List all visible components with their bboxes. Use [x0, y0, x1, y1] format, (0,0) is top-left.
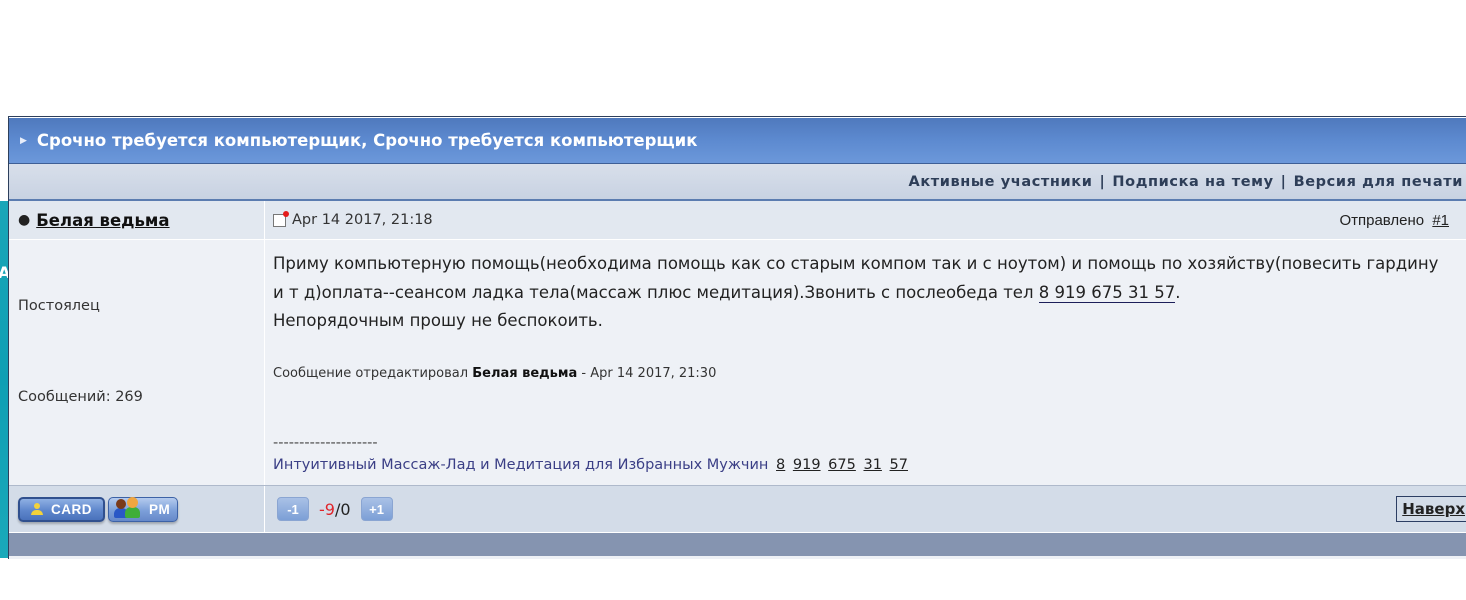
edit-date: - Apr 14 2017, 21:30	[581, 366, 717, 381]
edit-note: Сообщение отредактировал Белая ведьма - …	[273, 366, 716, 381]
signature-text: Интуитивный Массаж-Лад и Медитация для И…	[273, 457, 769, 473]
card-button[interactable]: CARD	[18, 496, 105, 522]
vote-up-button[interactable]: +1	[360, 497, 393, 521]
sent-info: Отправлено #1	[1339, 212, 1449, 229]
signature-phone-link[interactable]: 8	[776, 457, 785, 473]
post-message: Приму компьютерную помощь(необходима пом…	[273, 250, 1453, 336]
signature-separator: --------------------	[273, 435, 378, 451]
card-label: CARD	[51, 501, 92, 517]
phone-link[interactable]: 8 919 675 31 57	[1038, 282, 1176, 303]
post-meta-cell: Apr 14 2017, 21:18 Отправлено #1	[265, 201, 1466, 239]
post-panel: ▶ Срочно требуется компьютерщик, Срочно …	[8, 116, 1466, 559]
author-link[interactable]: Белая ведьма	[36, 211, 169, 230]
signature-phone-link[interactable]: 31	[863, 457, 881, 473]
post-rating: -9/0	[319, 500, 351, 519]
post-footer-row: CARD PM -1 -9/0 +1 Наверх	[9, 486, 1466, 533]
subscribe-topic-link[interactable]: Подписка на тему	[1112, 174, 1273, 190]
separator: |	[1280, 173, 1287, 190]
triangle-right-icon: ▶	[20, 135, 27, 146]
author-info: Постоялец Сообщений: 269	[9, 240, 265, 485]
post-content: Приму компьютерную помощь(необходима пом…	[265, 240, 1466, 485]
signature-phone-link[interactable]: 675	[828, 457, 856, 473]
topic-title: Срочно требуется компьютерщик, Срочно тр…	[36, 131, 698, 150]
signature-phone-link[interactable]: 919	[793, 457, 821, 473]
user-icon	[30, 502, 44, 516]
panel-bottom-bar	[9, 533, 1466, 556]
message-text-end: .	[1175, 282, 1181, 302]
rating-negative: -9	[319, 499, 335, 519]
back-to-top-button[interactable]: Наверх	[1396, 496, 1466, 522]
author-rank: Постоялец	[18, 298, 100, 314]
topic-header: ▶ Срочно требуется компьютерщик, Срочно …	[9, 117, 1466, 164]
print-version-link[interactable]: Версия для печати	[1294, 174, 1463, 190]
active-users-link[interactable]: Активные участники	[909, 174, 1093, 190]
sent-label: Отправлено	[1339, 211, 1425, 229]
post-actions: -1 -9/0 +1 Наверх	[265, 486, 1466, 532]
signature-phone-link[interactable]: 57	[890, 457, 908, 473]
author-cell: ● Белая ведьма	[9, 201, 265, 239]
author-post-count: Сообщений: 269	[18, 389, 143, 405]
post-date: Apr 14 2017, 21:18	[292, 212, 433, 228]
pm-label: PM	[149, 501, 171, 517]
vote-down-button[interactable]: -1	[277, 497, 309, 521]
pm-button[interactable]: PM	[108, 496, 178, 522]
message-text: Приму компьютерную помощь(необходима пом…	[273, 254, 1439, 302]
users-group-icon	[113, 497, 143, 521]
separator: |	[1099, 173, 1106, 190]
editor-name: Белая ведьма	[472, 366, 578, 381]
post-number-link[interactable]: #1	[1432, 212, 1449, 229]
signature: Интуитивный Массаж-Лад и Медитация для И…	[273, 457, 908, 473]
new-post-icon	[273, 210, 289, 227]
edit-prefix: Сообщение отредактировал	[273, 366, 469, 381]
post-body-row: Постоялец Сообщений: 269 Приму компьютер…	[9, 240, 1466, 486]
topic-options-bar: Активные участники | Подписка на тему | …	[9, 164, 1466, 201]
online-status-icon: ●	[18, 212, 31, 228]
author-actions: CARD PM	[9, 486, 265, 532]
rating-positive: 0	[340, 499, 351, 519]
post-header-row: ● Белая ведьма Apr 14 2017, 21:18 Отправ…	[9, 201, 1466, 240]
message-last-line: Непорядочным прошу не беспокоить.	[273, 311, 603, 330]
